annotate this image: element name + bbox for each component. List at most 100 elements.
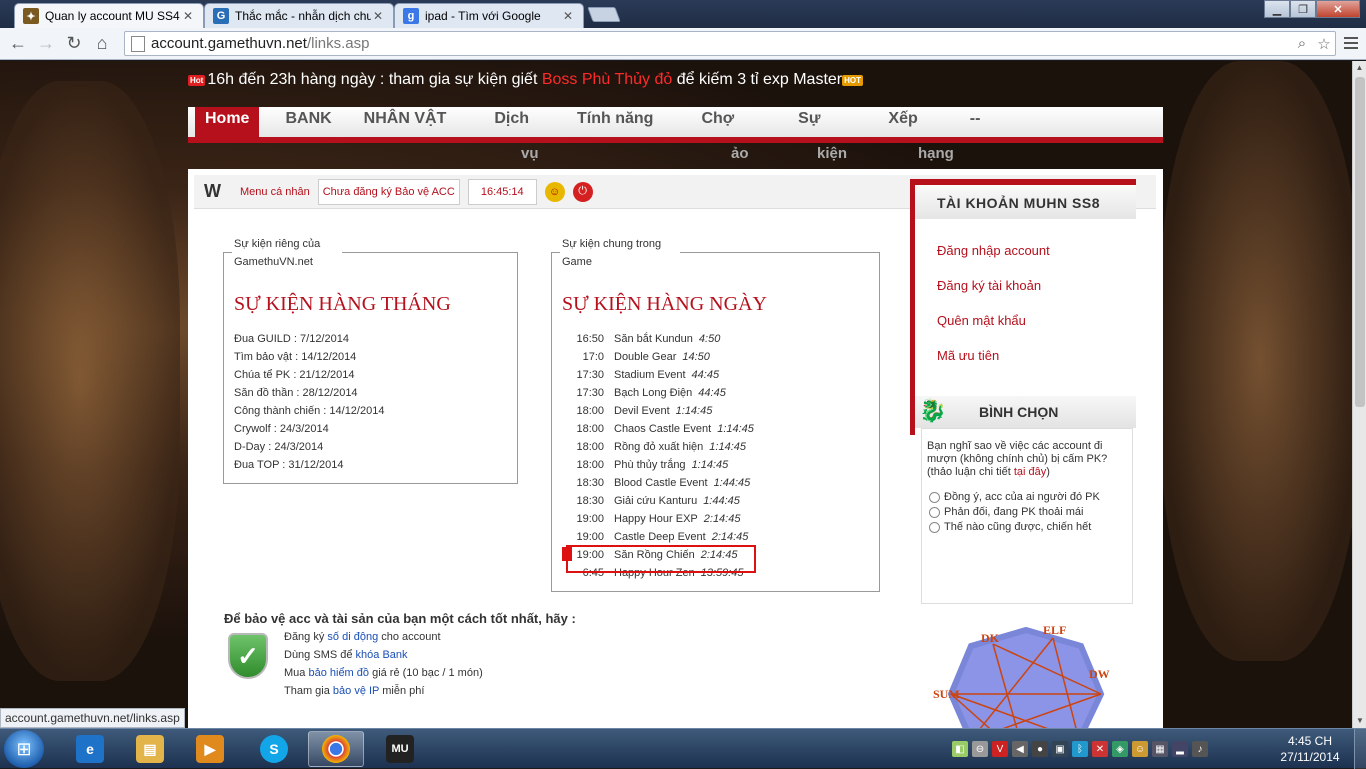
taskbar-explorer[interactable]: ▤	[122, 731, 178, 767]
forgot-password-link[interactable]: Quên mật khẩu	[937, 313, 1026, 328]
tip-link-insurance[interactable]: bảo hiểm đồ	[308, 667, 369, 679]
taskbar-ie[interactable]: e	[62, 731, 118, 767]
network-signal-icon[interactable]: ▂	[1172, 741, 1188, 757]
daily-event-row: 18:00 Devil Event 1:14:45	[568, 405, 712, 417]
clock-box: 16:45:14	[467, 178, 537, 205]
nav-sub-ao[interactable]: ảo	[731, 145, 749, 162]
account-panel-title: TÀI KHOẢN MUHN SS8	[915, 179, 1136, 219]
scroll-up-icon[interactable]: ▲	[1353, 61, 1366, 75]
tray-app-icon[interactable]: ▣	[1052, 741, 1068, 757]
tip-link-lock-bank[interactable]: khóa Bank	[356, 649, 408, 661]
system-tray: ◧ ⊖ V ◀ ● ▣ ᛒ ✕ ◈ ☺ ▦ ▂ ♪	[950, 729, 1210, 769]
radio-button[interactable]	[929, 491, 940, 503]
magnifier-icon[interactable]: ⌕	[1291, 35, 1313, 52]
poll-option-3[interactable]: Thế nào cũng được, chiến hết	[929, 521, 1091, 533]
power-icon[interactable]: ⏻	[572, 181, 593, 202]
chrome-menu-icon[interactable]	[1340, 33, 1362, 53]
event-name: Chaos Castle Event	[614, 423, 712, 435]
browser-tab-1[interactable]: ✦ Quan ly account MU SS4 S ✕	[14, 3, 204, 28]
nav-xep-hang[interactable]: Xếp	[888, 107, 917, 137]
register-link[interactable]: Đăng ký tài khoản	[937, 278, 1041, 293]
poll-option-1[interactable]: Đồng ý, acc của ai người đó PK	[929, 491, 1100, 503]
back-arrow-icon[interactable]: ←	[4, 30, 32, 58]
nav-sub-kien[interactable]: kiện	[817, 145, 847, 162]
start-button[interactable]: ⊞	[4, 730, 44, 768]
url-text: account.gamethuvn.net/links.asp	[151, 35, 1291, 52]
folder-icon: ▤	[136, 735, 164, 763]
bluetooth-icon[interactable]: ᛒ	[1072, 741, 1088, 757]
nav-bank[interactable]: BANK	[285, 107, 331, 137]
chrome-icon	[322, 735, 350, 763]
tray-app-icon[interactable]: ◈	[1112, 741, 1128, 757]
nav-more[interactable]: --	[970, 107, 981, 137]
monthly-row: Đua GUILD : 7/12/2014	[234, 333, 349, 345]
new-tab-button[interactable]	[587, 7, 621, 22]
volume-icon[interactable]: ◀	[1012, 741, 1028, 757]
page-scrollbar[interactable]: ▲ ▼	[1352, 61, 1366, 728]
poll-option-2[interactable]: Phản đối, đang PK thoải mái	[929, 506, 1083, 518]
taskbar-skype[interactable]: S	[246, 731, 302, 767]
nav-su-kien[interactable]: Sự	[798, 107, 820, 137]
nav-sub-vu[interactable]: vụ	[521, 145, 539, 162]
tab-close-icon[interactable]: ✕	[371, 9, 385, 23]
tip-link-ip[interactable]: bảo vệ IP	[333, 685, 379, 697]
tray-app-icon[interactable]: ▦	[1152, 741, 1168, 757]
event-time: 18:00	[576, 423, 604, 435]
forward-arrow-icon[interactable]: →	[32, 30, 60, 58]
daily-event-row: 18:30 Blood Castle Event 1:44:45	[568, 477, 750, 489]
tab-close-icon[interactable]: ✕	[561, 9, 575, 23]
nav-cho-ao[interactable]: Chợ	[701, 107, 734, 137]
speaker-icon[interactable]: ♪	[1192, 741, 1208, 757]
event-time: 18:30	[576, 477, 604, 489]
tray-app-icon[interactable]: ●	[1032, 741, 1048, 757]
tray-app-icon[interactable]: V	[992, 741, 1008, 757]
daily-event-row: 18:00 Phù thủy trắng 1:14:45	[568, 459, 728, 471]
url-host: account.gamethuvn.net	[151, 35, 307, 52]
poll-header: 🐉 BÌNH CHỌN	[915, 396, 1136, 428]
browser-tab-2[interactable]: G Thắc mắc - nhẫn dịch chu ✕	[204, 3, 394, 28]
close-window-button[interactable]: ✕	[1316, 0, 1360, 18]
tab-close-icon[interactable]: ✕	[181, 9, 195, 23]
login-link[interactable]: Đăng nhập account	[937, 243, 1050, 258]
mascot-icon[interactable]: ☺	[544, 181, 565, 202]
poll-discussion-link[interactable]: tại đây	[1014, 466, 1046, 478]
address-bar[interactable]: account.gamethuvn.net/links.asp ⌕ ☆	[124, 31, 1336, 56]
tip-text: cho account	[378, 631, 441, 643]
event-name: Double Gear	[614, 351, 677, 363]
poll-question: Bạn nghĩ sao về việc các account đi mượn…	[927, 440, 1127, 479]
tip-link-phone[interactable]: số di động	[327, 631, 378, 643]
taskbar-mu-game[interactable]: MU	[372, 731, 428, 767]
priority-code-link[interactable]: Mã ưu tiên	[937, 348, 999, 363]
restore-button[interactable]: ❐	[1290, 0, 1316, 18]
minimize-button[interactable]: ▁	[1264, 0, 1290, 18]
bookmark-star-icon[interactable]: ☆	[1313, 35, 1335, 53]
scroll-down-icon[interactable]: ▼	[1353, 714, 1366, 728]
tray-app-icon[interactable]: ☺	[1132, 741, 1148, 757]
nav-home[interactable]: Home	[195, 107, 260, 137]
taskbar-chrome[interactable]	[308, 731, 364, 767]
nav-tinh-nang[interactable]: Tính năng	[577, 107, 653, 137]
tray-app-icon[interactable]: ◧	[952, 741, 968, 757]
personal-menu-link[interactable]: Menu cá nhân	[240, 186, 310, 198]
show-desktop-button[interactable]	[1354, 729, 1366, 769]
tray-app-icon[interactable]: ✕	[1092, 741, 1108, 757]
system-clock[interactable]: 4:45 CH 27/11/2014	[1274, 733, 1346, 765]
radio-button[interactable]	[929, 506, 940, 518]
nav-nhan-vat[interactable]: NHÂN VẬT	[364, 107, 447, 137]
nav-sub-hang[interactable]: hạng	[918, 145, 954, 162]
scroll-thumb[interactable]	[1355, 77, 1365, 407]
protect-status-box[interactable]: Chưa đăng ký Bảo vệ ACC	[317, 178, 460, 205]
protect-tip: Đăng ký số di động cho account	[284, 631, 441, 643]
nav-dich-vu[interactable]: Dịch	[494, 107, 529, 137]
tray-app-icon[interactable]: ⊖	[972, 741, 988, 757]
browser-tab-3[interactable]: g ipad - Tìm với Google ✕	[394, 3, 584, 28]
event-name: Blood Castle Event	[614, 477, 708, 489]
reload-icon[interactable]: ↻	[60, 30, 88, 58]
w-logo[interactable]: W	[204, 181, 221, 202]
dragon-icon: 🐉	[919, 398, 947, 423]
protect-tip: Dùng SMS để khóa Bank	[284, 649, 408, 661]
radio-button[interactable]	[929, 521, 940, 533]
home-icon[interactable]: ⌂	[88, 30, 116, 58]
daily-event-row: 17:0 Double Gear 14:50	[568, 351, 710, 363]
taskbar-media[interactable]: ▶	[182, 731, 238, 767]
